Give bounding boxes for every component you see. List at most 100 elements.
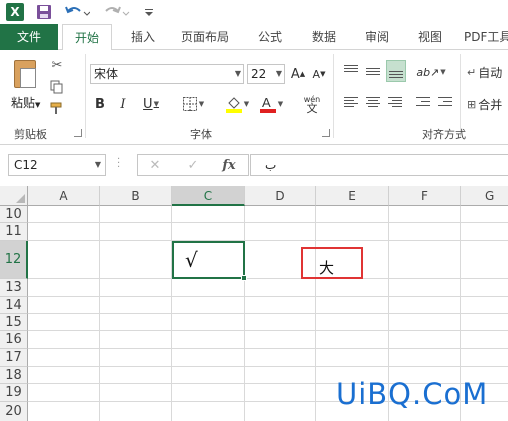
svg-text:A: A	[262, 95, 271, 110]
align-left-icon[interactable]	[342, 94, 360, 112]
row-header-12[interactable]: 12	[0, 241, 28, 279]
borders-icon	[182, 97, 197, 111]
customize-toolbar-icon[interactable]	[143, 3, 155, 21]
font-name-combo[interactable]: 宋体 ▼	[90, 64, 244, 84]
cut-icon[interactable]: ✂	[48, 56, 66, 74]
row-header-16[interactable]: 16	[0, 331, 28, 349]
row-header-13[interactable]: 13	[0, 279, 28, 297]
italic-button[interactable]: I	[115, 94, 131, 114]
font-color-icon: A	[259, 95, 276, 113]
tab-view[interactable]: 视图	[410, 24, 450, 50]
name-box[interactable]: C12 ▼	[8, 154, 106, 176]
orientation-icon: ab↗	[416, 65, 440, 79]
group-separator	[333, 54, 334, 138]
tab-review[interactable]: 审阅	[357, 24, 397, 50]
merge-center-button[interactable]: ⊞ 合并	[467, 94, 508, 114]
redo-icon[interactable]	[104, 3, 130, 21]
clipboard-launcher-icon[interactable]	[74, 129, 82, 137]
grow-font-icon[interactable]: A ▲	[289, 64, 307, 84]
font-launcher-icon[interactable]	[322, 129, 330, 137]
insert-function-icon[interactable]: fx	[214, 156, 244, 176]
highlight-annotation	[301, 247, 363, 279]
borders-button[interactable]: ▼	[178, 94, 208, 114]
row-header-11[interactable]: 11	[0, 223, 28, 241]
watermark: UiBQ.CoM	[336, 377, 489, 411]
gridline	[28, 313, 508, 314]
font-size-combo[interactable]: 22 ▼	[247, 64, 285, 84]
gridline	[315, 206, 316, 421]
align-top-icon[interactable]	[342, 62, 360, 80]
row-header-18[interactable]: 18	[0, 367, 28, 384]
enter-icon[interactable]: ✓	[178, 156, 208, 176]
row-header-19[interactable]: 19	[0, 384, 28, 402]
undo-icon[interactable]	[64, 3, 90, 21]
paste-sheet-icon	[20, 68, 36, 88]
clipboard-group-label: 剪贴板	[14, 128, 47, 141]
copy-icon[interactable]	[48, 78, 66, 96]
row-header-14[interactable]: 14	[0, 297, 28, 314]
align-center-icon[interactable]	[364, 94, 382, 112]
ribbon-home: 粘贴▼ ✂ 剪贴板 宋体 ▼ 22 ▼ A ▲ A ▼ B I U ▼ ▼ ▼ A ▼ wé…	[0, 50, 508, 145]
column-header-b[interactable]: B	[100, 186, 172, 206]
underline-button[interactable]: U ▼	[138, 94, 164, 114]
select-all-button[interactable]	[0, 186, 28, 206]
bold-button[interactable]: B	[92, 94, 108, 114]
column-header-c[interactable]: C	[172, 186, 245, 206]
tab-home[interactable]: 开始	[62, 24, 112, 51]
increase-indent-icon[interactable]	[436, 94, 454, 112]
alignment-group-label: 对齐方式	[422, 128, 466, 141]
column-header-d[interactable]: D	[245, 186, 316, 206]
row-header-20[interactable]: 20	[0, 402, 28, 421]
formula-input[interactable]: ب	[250, 154, 508, 176]
wrap-text-icon: ↵	[467, 65, 477, 79]
gridline	[28, 222, 508, 223]
excel-logo-icon: X	[6, 3, 24, 21]
resize-handle-icon[interactable]: · · ·	[117, 155, 120, 173]
align-bottom-icon[interactable]	[386, 60, 406, 82]
column-header-a[interactable]: A	[28, 186, 100, 206]
fill-color-icon	[225, 97, 242, 113]
tab-page-layout[interactable]: 页面布局	[174, 24, 236, 50]
row-header-15[interactable]: 15	[0, 314, 28, 331]
gridline	[28, 330, 508, 331]
shrink-font-icon[interactable]: A ▼	[310, 64, 328, 84]
wrap-text-button[interactable]: ↵ 自动	[467, 62, 508, 82]
decrease-indent-icon[interactable]	[414, 94, 432, 112]
column-header-f[interactable]: F	[389, 186, 461, 206]
tab-file[interactable]: 文件	[0, 24, 58, 50]
quick-access-toolbar: X	[0, 0, 508, 24]
paste-button[interactable]: 粘贴▼	[8, 58, 42, 120]
gridline	[28, 366, 508, 367]
merge-icon: ⊞	[467, 97, 477, 111]
paste-label: 粘贴▼	[11, 96, 41, 110]
tab-formulas[interactable]: 公式	[250, 24, 290, 50]
formula-buttons: ✕ ✓ fx	[137, 154, 249, 176]
tab-pdf-tools[interactable]: PDF工具	[464, 24, 508, 50]
formula-bar: C12 ▼ · · · ✕ ✓ fx ب	[0, 145, 508, 185]
gridline	[244, 206, 245, 421]
align-right-icon[interactable]	[386, 94, 404, 112]
fill-color-button[interactable]: ▼	[222, 94, 252, 114]
tab-insert[interactable]: 插入	[124, 24, 162, 50]
column-header-e[interactable]: E	[316, 186, 389, 206]
orientation-button[interactable]: ab↗ ▼	[416, 62, 446, 82]
format-painter-icon[interactable]	[48, 100, 66, 118]
tab-data[interactable]: 数据	[304, 24, 344, 50]
row-header-17[interactable]: 17	[0, 349, 28, 367]
fill-handle[interactable]	[241, 275, 247, 281]
column-header-g[interactable]: G	[461, 186, 508, 206]
cancel-icon[interactable]: ✕	[140, 156, 170, 176]
gridline	[28, 296, 508, 297]
align-middle-icon[interactable]	[364, 62, 382, 80]
gridline	[171, 206, 172, 421]
gridline	[28, 348, 508, 349]
ribbon-tabs: 文件 开始 插入 页面布局 公式 数据 审阅 视图 PDF工具	[0, 24, 508, 51]
phonetic-button[interactable]: wén 文	[298, 94, 326, 114]
save-icon[interactable]	[36, 3, 52, 21]
group-separator	[85, 54, 86, 138]
gridline	[28, 278, 508, 279]
gridline	[28, 240, 508, 241]
font-color-button[interactable]: A ▼	[256, 94, 286, 114]
active-cell-border	[172, 241, 245, 279]
row-header-10[interactable]: 10	[0, 206, 28, 223]
